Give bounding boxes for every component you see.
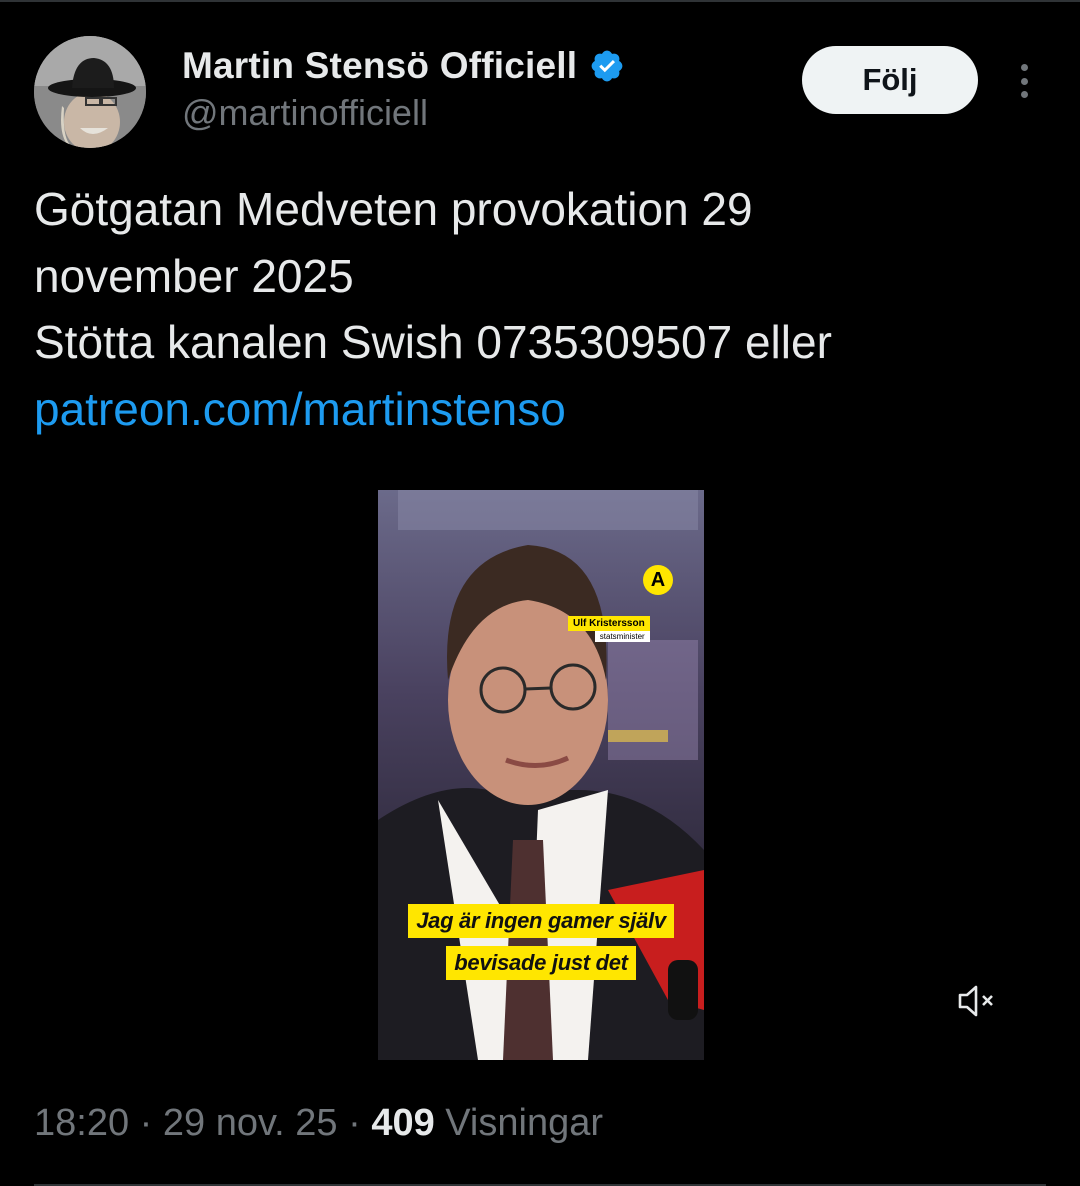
- caption-text-1: Jag är ingen gamer själv: [408, 904, 674, 938]
- caption-line-1: Jag är ingen gamer själv: [378, 904, 704, 938]
- dot: [1020, 77, 1028, 85]
- tweet-date[interactable]: 29 nov. 25: [163, 1102, 338, 1145]
- lower-third: Ulf Kristersson statsminister: [568, 616, 650, 642]
- follow-button[interactable]: Följ: [802, 46, 978, 114]
- speaker-name: Ulf Kristersson: [568, 616, 650, 631]
- tweet-time[interactable]: 18:20: [34, 1102, 129, 1145]
- top-divider: [0, 0, 1080, 2]
- video-player[interactable]: A Ulf Kristersson statsminister Jag är i…: [378, 490, 704, 1060]
- author-display-name[interactable]: Martin Stensö Officiell: [182, 45, 577, 87]
- tweet-body: Götgatan Medveten provokation 29 novembe…: [34, 183, 832, 368]
- tweet-metadata: 18:20 · 29 nov. 25 · 409 Visningar: [34, 1102, 603, 1145]
- views-label: Visningar: [434, 1102, 604, 1144]
- more-options-icon[interactable]: [1008, 56, 1040, 106]
- tweet-text: Götgatan Medveten provokation 29 novembe…: [34, 176, 1044, 442]
- dot: [1020, 64, 1028, 71]
- author-name-row[interactable]: Martin Stensö Officiell: [182, 40, 625, 92]
- publisher-logo: A: [643, 565, 673, 595]
- verified-badge-icon: [589, 48, 625, 84]
- separator: ·: [129, 1102, 163, 1144]
- view-count: 409: [371, 1102, 435, 1144]
- mute-icon[interactable]: [956, 982, 998, 1020]
- speaker-title: statsminister: [594, 631, 650, 642]
- avatar-image: [34, 36, 146, 148]
- dot: [1020, 91, 1028, 98]
- author-handle[interactable]: @martinofficiell: [182, 92, 428, 134]
- caption-line-2: bevisade just det: [378, 946, 704, 980]
- separator: ·: [337, 1102, 372, 1144]
- author-avatar[interactable]: [34, 36, 146, 148]
- caption-text-2: bevisade just det: [446, 946, 636, 980]
- patreon-link[interactable]: patreon.com/martinstenso: [34, 383, 566, 435]
